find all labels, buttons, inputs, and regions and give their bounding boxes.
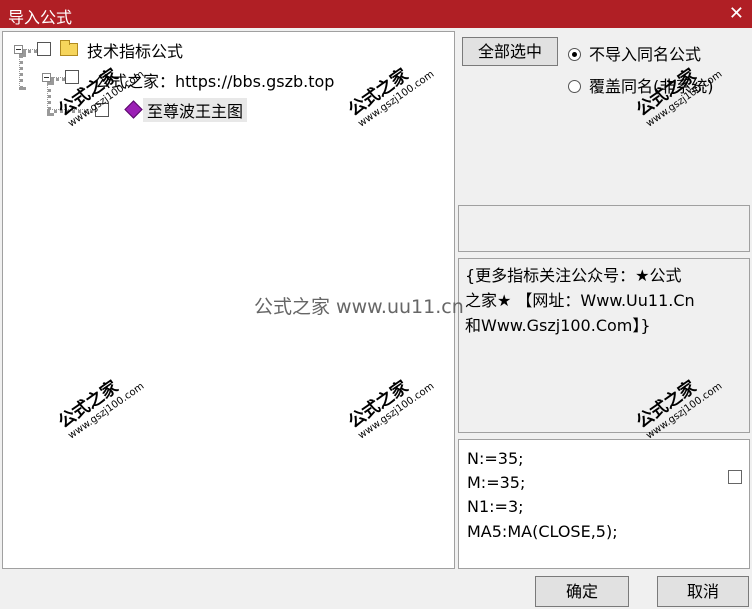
info-box <box>458 205 750 252</box>
code-checkbox[interactable] <box>728 470 742 484</box>
item-checkbox[interactable] <box>95 103 109 117</box>
radio-unchecked-icon[interactable] <box>568 80 581 93</box>
radio-overwrite-label: 覆盖同名(非系统) <box>589 77 714 96</box>
cancel-button[interactable]: 取消 <box>657 576 749 607</box>
description-line: 之家★ 【网址：Www.Uu11.Cn <box>465 291 695 310</box>
radio-skip-label: 不导入同名公式 <box>589 45 702 64</box>
tree-root-label[interactable]: 技术指标公式 <box>87 38 183 62</box>
window-title: 导入公式 <box>8 8 73 27</box>
tree-connector <box>47 109 99 113</box>
code-line: MA5:MA(CLOSE,5); <box>467 522 618 541</box>
radio-checked-icon[interactable] <box>568 48 581 61</box>
root-checkbox[interactable] <box>37 42 51 56</box>
radio-overwrite[interactable]: 覆盖同名(非系统) <box>568 73 714 97</box>
description-text: {更多指标关注公众号：★公式 之家★ 【网址：Www.Uu11.Cn 和Www.… <box>465 263 741 338</box>
tree-group-label[interactable]: 公式之家：https://bbs.gszb.top <box>95 68 334 92</box>
code-line: N:=35; <box>467 449 524 468</box>
description-line: 和Www.Gszj100.Com】} <box>465 316 651 335</box>
ok-button[interactable]: 确定 <box>535 576 629 607</box>
tree-item-label[interactable]: 至尊波王主图 <box>143 98 248 122</box>
code-line: N1:=3; <box>467 497 524 516</box>
close-icon[interactable]: ✕ <box>729 3 744 24</box>
description-line: {更多指标关注公众号：★公式 <box>465 266 682 285</box>
description-box: {更多指标关注公众号：★公式 之家★ 【网址：Www.Uu11.Cn 和Www.… <box>458 258 750 433</box>
select-all-button[interactable]: 全部选中 <box>462 37 558 66</box>
title-bar: 导入公式 ✕ <box>0 0 752 28</box>
collapse-icon[interactable] <box>14 45 23 54</box>
code-line: M:=35; <box>467 473 526 492</box>
radio-skip-same-name[interactable]: 不导入同名公式 <box>568 41 701 65</box>
center-watermark: 公式之家 www.uu11.cn <box>254 296 464 318</box>
collapse-icon[interactable] <box>42 73 51 82</box>
formula-code-box[interactable]: N:=35; M:=35; N1:=3; MA5:MA(CLOSE,5); <box>458 439 750 569</box>
group-checkbox[interactable] <box>65 70 79 84</box>
tree-connector <box>19 54 23 90</box>
folder-icon <box>60 40 78 56</box>
formula-icon <box>124 100 143 119</box>
